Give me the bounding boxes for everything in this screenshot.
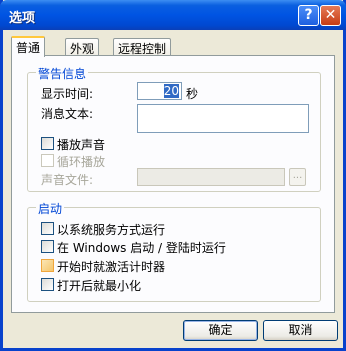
message-label: 消息文本:: [41, 107, 94, 121]
startup-group-title: 启动: [36, 200, 65, 217]
run-at-login-label: 在 Windows 启动 / 登陆时运行: [57, 241, 226, 255]
tab-appearance[interactable]: 外观: [65, 38, 100, 56]
display-time-input[interactable]: 20: [137, 82, 182, 100]
display-time-label: 显示时间:: [41, 87, 94, 101]
minimize-on-open-label: 打开后就最小化: [57, 279, 142, 293]
activate-timer-label: 开始时就激活计时器: [57, 260, 166, 274]
options-dialog: 选项 ? ✕ 普通 外观 远程控制 警告信息 显示时间: 20 秒 消息文本: …: [0, 0, 346, 351]
cancel-button[interactable]: 取消: [263, 320, 338, 341]
window-title: 选项: [9, 11, 36, 26]
checkbox-box: [41, 222, 54, 235]
browse-button[interactable]: ...: [289, 168, 306, 186]
loop-label: 循环播放: [57, 155, 106, 169]
title-bar[interactable]: 选项 ? ✕: [0, 0, 346, 30]
message-input[interactable]: [137, 104, 309, 133]
activate-timer-checkbox[interactable]: 开始时就激活计时器: [41, 258, 166, 274]
run-as-service-label: 以系统服务方式运行: [57, 223, 166, 237]
run-at-login-checkbox[interactable]: 在 Windows 启动 / 登陆时运行: [41, 239, 226, 255]
play-sound-checkbox[interactable]: 播放声音: [41, 136, 106, 152]
display-time-value: 20: [163, 84, 179, 98]
tab-remote-control[interactable]: 远程控制: [113, 38, 172, 56]
sound-file-input[interactable]: [137, 168, 285, 186]
alert-group-title: 警告信息: [36, 65, 89, 82]
checkbox-box: [41, 154, 54, 167]
seconds-unit: 秒: [186, 87, 199, 101]
checkbox-box: [41, 259, 54, 272]
tab-general[interactable]: 普通: [11, 36, 46, 57]
checkbox-box: [41, 240, 54, 253]
ok-button[interactable]: 确定: [183, 320, 258, 341]
checkbox-box: [41, 137, 54, 150]
help-button[interactable]: ?: [298, 5, 319, 26]
play-sound-label: 播放声音: [57, 138, 106, 152]
run-as-service-checkbox[interactable]: 以系统服务方式运行: [41, 221, 166, 237]
loop-checkbox[interactable]: 循环播放: [41, 153, 106, 169]
checkbox-box: [41, 278, 54, 291]
sound-file-label: 声音文件:: [41, 173, 94, 187]
close-button[interactable]: ✕: [320, 5, 341, 26]
minimize-on-open-checkbox[interactable]: 打开后就最小化: [41, 277, 142, 293]
